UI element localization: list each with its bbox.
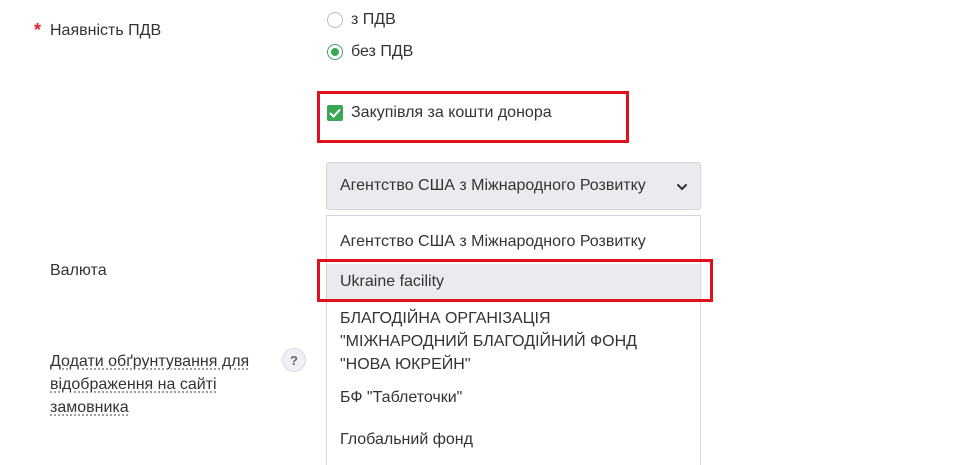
dropdown-option-label: Агентство США з Міжнародного Розвитку [340, 233, 646, 250]
radio-without-vat[interactable]: без ПДВ [327, 43, 413, 61]
donor-select[interactable]: Агентство США з Міжнародного Розвитку [326, 162, 701, 210]
dropdown-option[interactable]: БЛАГОДІЙНА ОРГАНІЗАЦІЯ "МІЖНАРОДНИЙ БЛАГ… [327, 301, 700, 379]
radio-with-vat-circle[interactable] [327, 12, 343, 28]
dropdown-option-label: БФ "Таблеточки" [340, 389, 463, 406]
required-asterisk: * [34, 20, 42, 40]
dropdown-option-label-line: "МІЖНАРОДНИЙ БЛАГОДІЙНИЙ ФОНД [340, 333, 638, 350]
dropdown-option[interactable]: БФ "Таблеточки" [327, 379, 700, 417]
justification-line-1: Додати обґрунтування для [50, 353, 250, 370]
justification-link[interactable]: Додати обґрунтування для відображення на… [50, 350, 265, 419]
dropdown-option-label-line: БЛАГОДІЙНА ОРГАНІЗАЦІЯ [340, 310, 551, 327]
radio-with-vat[interactable]: з ПДВ [327, 11, 396, 29]
dropdown-option[interactable]: Глобальний фонд [327, 417, 700, 457]
radio-with-vat-label: з ПДВ [351, 11, 396, 28]
justification-line-3: замовника [50, 399, 129, 416]
help-icon[interactable]: ? [282, 348, 306, 372]
donor-select-value: Агентство США з Міжнародного Розвитку [340, 177, 646, 194]
radio-without-vat-circle[interactable] [327, 44, 343, 60]
dropdown-option-label: Глобальний фонд [340, 431, 473, 448]
highlight-box-donor [317, 91, 629, 143]
dropdown-option[interactable]: Агентство США з Міжнародного Розвитку [327, 216, 700, 264]
chevron-down-icon [676, 180, 688, 198]
currency-label: Валюта [50, 262, 107, 279]
radio-without-vat-label: без ПДВ [351, 43, 414, 60]
justification-line-2: відображення на сайті [50, 376, 217, 393]
vat-label: Наявність ПДВ [50, 22, 162, 39]
donor-dropdown-list: Агентство США з Міжнародного Розвитку Uk… [326, 215, 701, 465]
dropdown-option-label-line: "НОВА ЮКРЕЙН" [340, 356, 471, 373]
highlight-box-ukraine-facility [317, 259, 713, 302]
